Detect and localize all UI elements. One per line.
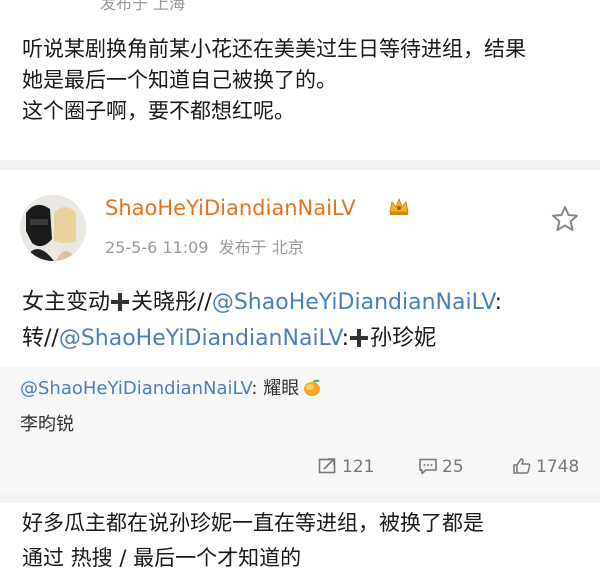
comment-action[interactable]: 25: [418, 457, 464, 477]
post-location: 发布于 北京: [218, 238, 304, 257]
bottom-post-line: 通过 热搜 / 最后一个才知道的: [22, 546, 302, 570]
post-date: 25-5-6 11:09: [105, 238, 209, 257]
like-count: 1748: [536, 457, 580, 477]
post-text-segment: 关晓彤//: [131, 290, 212, 315]
like-icon: [513, 458, 531, 474]
username-link[interactable]: ShaoHeYiDiandianNaiLV: [105, 196, 356, 220]
post-text-segment: 转//: [22, 326, 59, 351]
mango-emoji-icon: [301, 376, 323, 403]
bottom-post-line: 好多瓜主都在说孙珍妮一直在等进组，被换了都是: [22, 511, 484, 535]
post-body-line: 转//@ShaoHeYiDiandianNaiLV: 孙珍妮: [22, 323, 436, 355]
repost-text: : 耀眼: [251, 378, 300, 399]
repost-line: @ShaoHeYiDiandianNaiLV: 耀眼: [20, 374, 323, 403]
post-text-segment: :: [494, 290, 503, 315]
top-post-line: 这个圈子啊，要不都想红呢。: [22, 99, 295, 123]
post-text-segment: :: [341, 326, 350, 351]
top-post-text: 听说某剧换角前某小花还在美美过生日等待进组，结果 她是最后一个知道自己被换了的。…: [22, 34, 526, 127]
plus-icon: [350, 329, 369, 347]
post-meta: 25-5-6 11:09 发布于 北京: [105, 234, 304, 258]
post-body-line: 女主变动 关晓彤//@ShaoHeYiDiandianNaiLV:: [22, 287, 502, 319]
top-post-meta: 发布于 上海: [100, 0, 186, 13]
comment-icon: [419, 458, 437, 475]
post-text-segment: 孙珍妮: [370, 326, 437, 351]
plus-icon: [111, 293, 130, 311]
repost-icon: [318, 458, 336, 474]
top-post-line: 她是最后一个知道自己被换了的。: [22, 68, 337, 92]
mention-link[interactable]: @ShaoHeYiDiandianNaiLV: [212, 290, 495, 315]
mention-link[interactable]: @ShaoHeYiDiandianNaiLV: [59, 326, 342, 351]
avatar[interactable]: [20, 195, 86, 261]
star-icon[interactable]: [550, 204, 580, 234]
post-separator: [0, 160, 600, 170]
post-text-segment: 女主变动: [22, 290, 111, 315]
repost-line-2: 李昀锐: [20, 414, 74, 435]
comment-count: 25: [442, 457, 464, 477]
like-action[interactable]: 1748: [512, 457, 579, 477]
crown-icon: [388, 196, 410, 218]
repost-action[interactable]: 121: [318, 457, 374, 477]
mention-link[interactable]: @ShaoHeYiDiandianNaiLV: [20, 378, 251, 399]
repost-count: 121: [342, 457, 375, 477]
post-separator: [0, 493, 600, 503]
top-post-line: 听说某剧换角前某小花还在美美过生日等待进组，结果: [22, 37, 526, 61]
